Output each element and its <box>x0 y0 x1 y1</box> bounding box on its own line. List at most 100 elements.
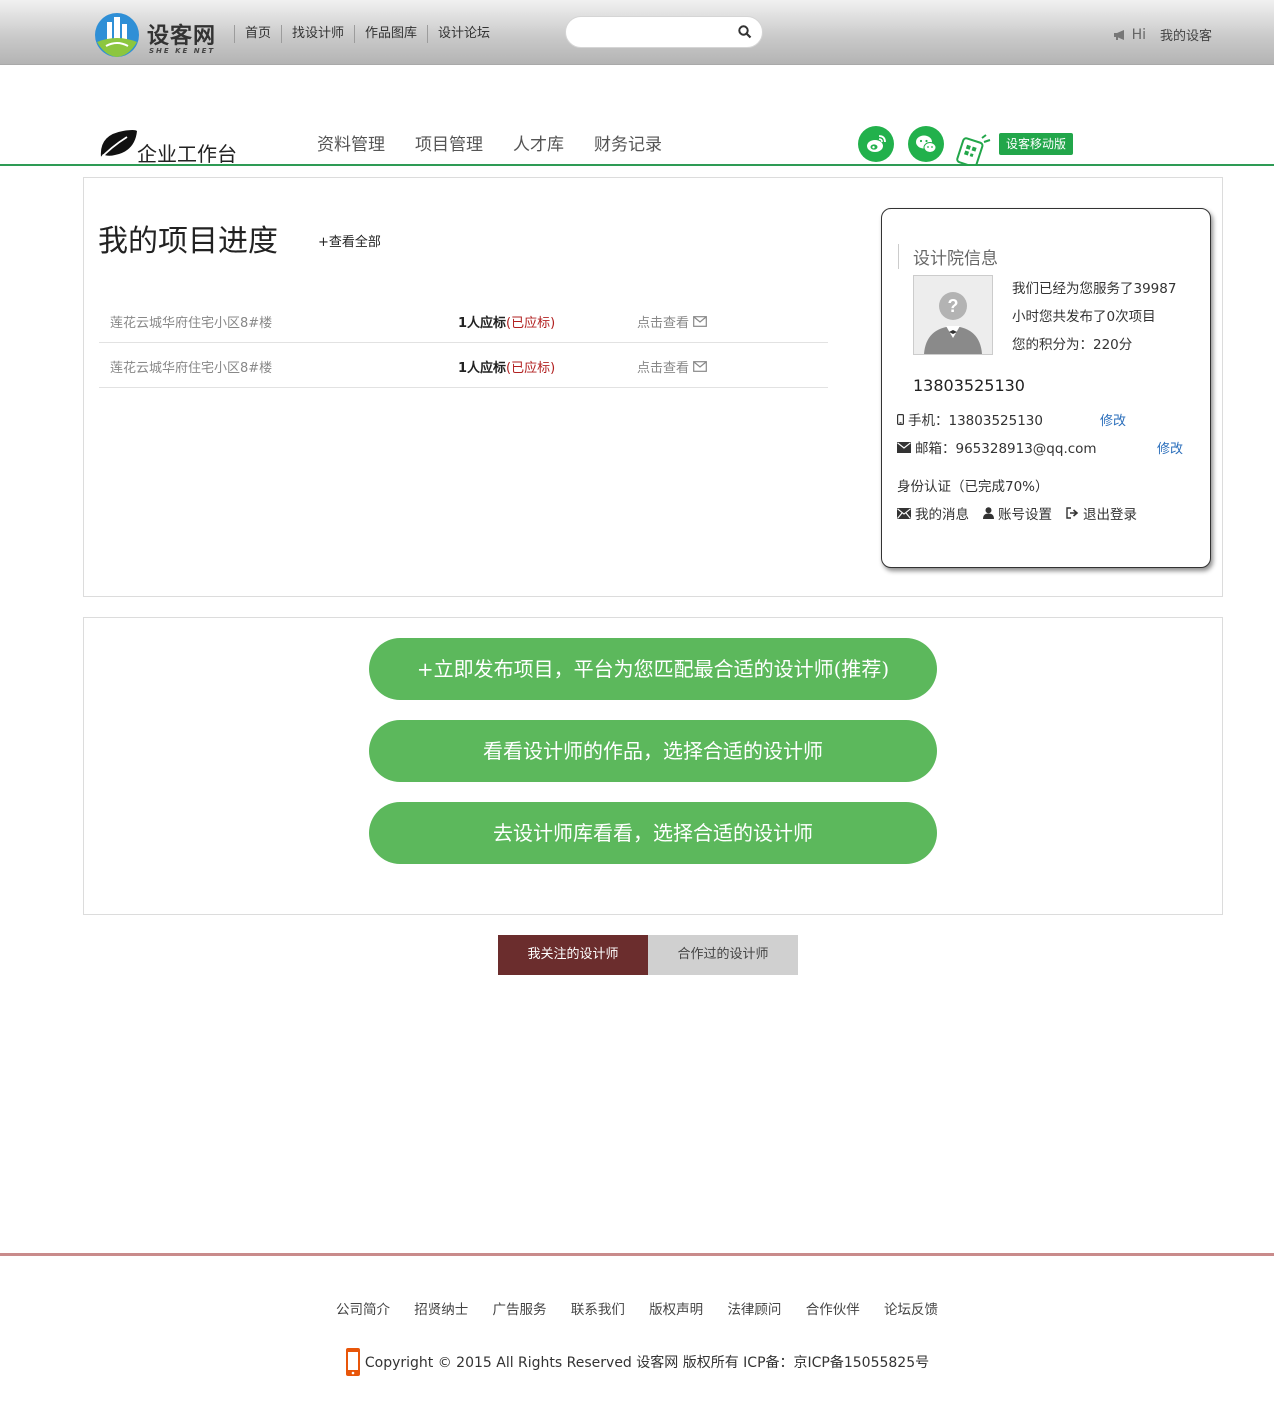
tab-profile-management[interactable]: 资料管理 <box>317 130 385 155</box>
top-nav-gallery[interactable]: 作品图库 <box>354 25 427 43</box>
bid-count-text: 1人应标 <box>458 316 507 331</box>
svg-text:?: ? <box>948 296 959 316</box>
view-project-link[interactable]: 点击查看 <box>637 312 707 331</box>
browse-works-button[interactable]: 看看设计师的作品，选择合适的设计师 <box>369 720 937 782</box>
copyright: Copyright © 2015 All Rights Reserved 设客网… <box>0 1347 1274 1377</box>
account-actions: 我的消息 账号设置 退出登录 <box>897 503 1137 523</box>
bid-status: (已应标) <box>506 316 556 331</box>
view-project-label: 点击查看 <box>637 361 690 376</box>
weibo-button[interactable] <box>858 126 894 162</box>
designer-tabs: 我关注的设计师 合作过的设计师 <box>498 935 798 975</box>
bid-count: 1人应标(已应标) <box>458 357 555 376</box>
phone-row: 手机：13803525130 <box>897 409 1043 429</box>
project-name[interactable]: 莲花云城华府住宅小区8#楼 <box>110 312 272 331</box>
workspace-nav: 资料管理 项目管理 人才库 财务记录 <box>317 130 662 155</box>
user-icon <box>983 507 994 519</box>
megaphone-icon <box>1113 29 1124 40</box>
wechat-button[interactable] <box>908 126 944 162</box>
service-hours: 我们已经为您服务了39987 <box>1012 281 1177 297</box>
view-project-link[interactable]: 点击查看 <box>637 357 707 376</box>
search-input[interactable] <box>578 23 728 43</box>
search-icon[interactable] <box>738 25 752 39</box>
footer-link-legal[interactable]: 法律顾问 <box>727 1302 781 1318</box>
top-nav: 首页 找设计师 作品图库 设计论坛 <box>234 25 500 43</box>
top-nav-find-designer[interactable]: 找设计师 <box>281 25 354 43</box>
leaf-icon <box>98 130 137 161</box>
greeting: Hi <box>1113 27 1146 43</box>
account-name: 13803525130 <box>913 376 1025 395</box>
tab-talent-pool[interactable]: 人才库 <box>513 130 564 155</box>
top-bar: 设客网 SHE KE NET 首页 找设计师 作品图库 设计论坛 Hi 我的设客 <box>0 0 1274 65</box>
mail-icon <box>897 507 911 519</box>
wechat-icon <box>916 135 937 153</box>
footer-link-copyright[interactable]: 版权声明 <box>649 1302 703 1318</box>
my-account-link[interactable]: 我的设客 <box>1160 25 1212 44</box>
mobile-version-button[interactable]: 设客移动版 <box>999 133 1074 155</box>
designer-library-button[interactable]: 去设计师库看看，选择合适的设计师 <box>369 802 937 864</box>
publish-project-button[interactable]: +立即发布项目，平台为您匹配最合适的设计师(推荐) <box>369 638 937 700</box>
footer-divider <box>0 1253 1274 1256</box>
identity-verification-status[interactable]: 身份认证（已完成70%） <box>897 475 1049 495</box>
site-logo[interactable]: 设客网 SHE KE NET <box>94 12 234 60</box>
account-settings-label: 账号设置 <box>998 507 1052 523</box>
logo-text: 设客网 <box>147 24 217 49</box>
email-text: 邮箱：965328913@qq.com <box>915 441 1097 457</box>
phone-text: 手机：13803525130 <box>908 413 1043 429</box>
points-balance: 您的积分为：220分 <box>1012 337 1133 353</box>
top-nav-home[interactable]: 首页 <box>234 25 281 43</box>
table-row: 莲花云城华府住宅小区8#楼 1人应标(已应标) 点击查看 <box>99 298 828 343</box>
mobile-phone-icon[interactable] <box>345 1347 361 1377</box>
tab-project-management[interactable]: 项目管理 <box>415 130 483 155</box>
email-icon <box>897 441 911 453</box>
view-project-label: 点击查看 <box>637 316 690 331</box>
top-right-links: Hi 我的设客 <box>1113 25 1212 44</box>
avatar[interactable]: ? <box>913 275 993 355</box>
published-projects: 小时您共发布了0次项目 <box>1012 309 1156 325</box>
footer-link-partners[interactable]: 合作伙伴 <box>806 1302 860 1318</box>
account-settings-link[interactable]: 账号设置 <box>983 503 1052 523</box>
logout-label: 退出登录 <box>1083 507 1137 523</box>
footer-link-about[interactable]: 公司简介 <box>336 1302 390 1318</box>
project-list: 莲花云城华府住宅小区8#楼 1人应标(已应标) 点击查看 莲花云城华府住宅小区8… <box>99 298 828 388</box>
envelope-icon <box>693 316 707 327</box>
page-title: 我的项目进度 <box>98 224 278 259</box>
bid-count-text: 1人应标 <box>458 361 507 376</box>
quick-actions-panel: +立即发布项目，平台为您匹配最合适的设计师(推荐) 看看设计师的作品，选择合适的… <box>83 617 1223 915</box>
weibo-icon <box>867 135 886 152</box>
top-nav-forum[interactable]: 设计论坛 <box>427 25 500 43</box>
email-row: 邮箱：965328913@qq.com <box>897 437 1097 457</box>
sign-out-icon <box>1066 507 1079 519</box>
project-progress-panel: 我的项目进度 +查看全部 莲花云城华府住宅小区8#楼 1人应标(已应标) 点击查… <box>83 177 1223 597</box>
default-avatar-icon: ? <box>914 276 992 354</box>
info-card-title: 设计院信息 <box>898 244 998 269</box>
modify-email-link[interactable]: 修改 <box>1157 438 1183 457</box>
logo-mark-icon <box>95 13 139 57</box>
workspace-header: 企业工作台 资料管理 项目管理 人才库 财务记录 设客移动版 <box>0 120 1274 166</box>
mobile-qr-icon[interactable] <box>956 132 996 166</box>
project-name[interactable]: 莲花云城华府住宅小区8#楼 <box>110 357 272 376</box>
my-messages-label: 我的消息 <box>915 507 969 523</box>
mobile-phone-icon <box>897 413 904 425</box>
modify-phone-link[interactable]: 修改 <box>1100 410 1126 429</box>
table-row: 莲花云城华府住宅小区8#楼 1人应标(已应标) 点击查看 <box>99 343 828 388</box>
footer-link-feedback[interactable]: 论坛反馈 <box>884 1302 938 1318</box>
footer-link-contact[interactable]: 联系我们 <box>571 1302 625 1318</box>
greeting-text: Hi <box>1131 26 1146 43</box>
tab-cooperated-designers[interactable]: 合作过的设计师 <box>648 935 798 975</box>
logo-subtitle: SHE KE NET <box>149 47 216 55</box>
copyright-text: Copyright © 2015 All Rights Reserved 设客网… <box>364 1355 930 1371</box>
bid-count: 1人应标(已应标) <box>458 312 555 331</box>
search-box <box>565 16 763 48</box>
bid-status: (已应标) <box>506 361 556 376</box>
my-messages-link[interactable]: 我的消息 <box>897 503 969 523</box>
tab-followed-designers[interactable]: 我关注的设计师 <box>498 935 648 975</box>
institute-info-card: 设计院信息 ? 我们已经为您服务了39987 小时您共发布了0次项目 您的积分为… <box>881 208 1211 568</box>
footer-link-careers[interactable]: 招贤纳士 <box>414 1302 468 1318</box>
service-summary: 我们已经为您服务了39987 小时您共发布了0次项目 您的积分为：220分 <box>1012 275 1202 359</box>
logout-link[interactable]: 退出登录 <box>1066 503 1137 523</box>
tab-finance-records[interactable]: 财务记录 <box>594 130 662 155</box>
workspace-title: 企业工作台 <box>137 142 237 166</box>
view-all-link[interactable]: +查看全部 <box>318 231 381 250</box>
envelope-icon <box>693 361 707 372</box>
footer-link-advertising[interactable]: 广告服务 <box>493 1302 547 1318</box>
